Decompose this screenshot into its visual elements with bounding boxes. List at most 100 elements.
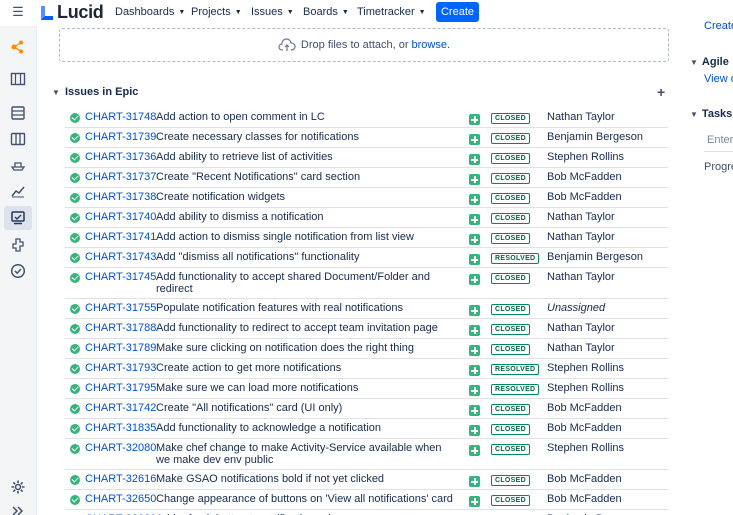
- issue-row[interactable]: CHART-31788 Add functionality to redirect…: [65, 319, 668, 339]
- attachment-dropzone[interactable]: Drop files to attach, or browse.: [59, 28, 669, 62]
- check-circle-icon[interactable]: [9, 262, 27, 280]
- create-button[interactable]: Create: [436, 2, 479, 22]
- issue-summary[interactable]: Add "dismiss all notifications" function…: [156, 251, 456, 263]
- issue-key-link[interactable]: CHART-31788: [85, 322, 156, 334]
- nav-timetracker-label: Timetracker: [357, 6, 415, 18]
- issue-summary[interactable]: Make sure we can load more notifications: [156, 382, 456, 394]
- issue-key-link[interactable]: CHART-31737: [85, 171, 156, 183]
- assignee-name: Stephen Rollins: [547, 442, 625, 454]
- project-icon[interactable]: [9, 38, 27, 56]
- issue-row[interactable]: CHART-32650 Change appearance of buttons …: [65, 490, 668, 510]
- view-on-board-link[interactable]: View o: [704, 73, 733, 85]
- chevron-down-icon: ▼: [286, 9, 294, 16]
- issue-summary[interactable]: Add action to open comment in LC: [156, 111, 456, 123]
- issue-summary[interactable]: Make GSAO notifications bold if not yet …: [156, 473, 456, 485]
- tasks-section-header[interactable]: ▼ Tasks: [690, 108, 732, 120]
- addons-icon[interactable]: [9, 236, 27, 254]
- issue-row[interactable]: CHART-31742 Create "All notifications" ca…: [65, 399, 668, 419]
- issue-row[interactable]: CHART-31755 Populate notification feature…: [65, 299, 668, 319]
- nav-issues[interactable]: Issues ▼: [251, 6, 294, 18]
- issue-key-link[interactable]: CHART-31795: [85, 382, 156, 394]
- issue-key-link[interactable]: CHART-31745: [85, 271, 156, 283]
- issue-summary[interactable]: Create notification widgets: [156, 191, 456, 203]
- issue-row[interactable]: CHART-32080 Make chef change to make Acti…: [65, 439, 668, 470]
- issue-key-link[interactable]: CHART-31741: [85, 231, 156, 243]
- nav-timetracker[interactable]: Timetracker ▼: [357, 6, 426, 18]
- issue-row[interactable]: CHART-31743 Add "dismiss all notification…: [65, 248, 668, 268]
- ship-icon[interactable]: [9, 156, 27, 174]
- issue-row[interactable]: CHART-31748 Add action to open comment in…: [65, 108, 668, 128]
- issue-summary[interactable]: Create "Recent Notifications" card secti…: [156, 171, 456, 183]
- settings-icon[interactable]: [9, 478, 27, 496]
- issue-summary[interactable]: Add functionality to redirect to accept …: [156, 322, 456, 334]
- issue-summary[interactable]: Create "All notifications" card (UI only…: [156, 402, 456, 414]
- issue-key-link[interactable]: CHART-31743: [85, 251, 156, 263]
- issue-key-link[interactable]: CHART-32650: [85, 493, 156, 505]
- issue-summary[interactable]: Add ability to retrieve list of activiti…: [156, 151, 456, 163]
- issue-summary[interactable]: Create necessary classes for notificatio…: [156, 131, 456, 143]
- issue-row[interactable]: CHART-31739 Create necessary classes for …: [65, 128, 668, 148]
- create-link[interactable]: Create: [704, 20, 733, 32]
- issue-summary[interactable]: Create action to get more notifications: [156, 362, 456, 374]
- issue-row[interactable]: CHART-31738 Create notification widgets CL…: [65, 188, 668, 208]
- status-badge: CLOSED: [491, 273, 530, 284]
- lucid-logo[interactable]: Lucid: [40, 2, 104, 23]
- issue-row[interactable]: CHART-31737 Create "Recent Notifications"…: [65, 168, 668, 188]
- issue-summary[interactable]: Add functionality to accept shared Docum…: [156, 271, 456, 295]
- backlog-icon[interactable]: [9, 104, 27, 122]
- issue-key-link[interactable]: CHART-31755: [85, 302, 156, 314]
- issue-summary[interactable]: Populate notification features with real…: [156, 302, 456, 314]
- issue-key-link[interactable]: CHART-31742: [85, 402, 156, 414]
- issue-summary[interactable]: Make sure clicking on notification does …: [156, 342, 456, 354]
- status-badge: CLOSED: [491, 444, 530, 455]
- add-issue-button[interactable]: +: [657, 84, 665, 100]
- issue-row[interactable]: CHART-31835 Add functionality to acknowle…: [65, 419, 668, 439]
- browse-link[interactable]: browse.: [412, 39, 451, 51]
- issue-row[interactable]: CHART-31745 Add functionality to accept s…: [65, 268, 668, 299]
- issues-in-epic-header[interactable]: ▼ Issues in Epic: [52, 85, 138, 99]
- status-badge: CLOSED: [491, 304, 530, 315]
- issue-key-link[interactable]: CHART-31738: [85, 191, 156, 203]
- assignee-name: Bob McFadden: [547, 171, 622, 183]
- issue-summary[interactable]: Add action to dismiss single notificatio…: [156, 231, 456, 243]
- issue-key-link[interactable]: CHART-31736: [85, 151, 156, 163]
- issue-row[interactable]: CHART-32616 Make GSAO notifications bold …: [65, 470, 668, 490]
- issue-row[interactable]: CHART-31740 Add ability to dismiss a noti…: [65, 208, 668, 228]
- issue-summary[interactable]: Make chef change to make Activity-Servic…: [156, 442, 456, 466]
- story-type-icon: [469, 385, 480, 396]
- chevron-down-icon: ▼: [418, 9, 426, 16]
- issue-key-link[interactable]: CHART-31739: [85, 131, 156, 143]
- expand-sidebar-icon[interactable]: [9, 502, 27, 515]
- assignee-name: Bob McFadden: [547, 422, 622, 434]
- menu-icon[interactable]: ☰: [10, 4, 26, 20]
- issue-summary[interactable]: Change appearance of buttons on 'View al…: [156, 493, 456, 505]
- issue-key-link[interactable]: CHART-32080: [85, 442, 156, 454]
- issue-key-link[interactable]: CHART-32616: [85, 473, 156, 485]
- nav-projects[interactable]: Projects ▼: [191, 6, 242, 18]
- task-entry-input[interactable]: Enter: [707, 134, 733, 146]
- issue-row[interactable]: CHART-31736 Add ability to retrieve list …: [65, 148, 668, 168]
- agile-section-header[interactable]: ▼ Agile: [690, 56, 729, 68]
- assignee-name: Nathan Taylor: [547, 271, 615, 283]
- issue-row[interactable]: CHART-31789 Make sure clicking on notific…: [65, 339, 668, 359]
- issue-row[interactable]: CHART-31741 Add action to dismiss single …: [65, 228, 668, 248]
- issue-row[interactable]: CHART-32680Add refresh button to notific…: [65, 510, 668, 515]
- nav-boards[interactable]: Boards ▼: [303, 6, 349, 18]
- issue-row[interactable]: CHART-31793 Create action to get more not…: [65, 359, 668, 379]
- done-check-icon: [70, 444, 80, 454]
- releases-icon[interactable]: [4, 206, 32, 230]
- issue-row[interactable]: CHART-31795 Make sure we can load more no…: [65, 379, 668, 399]
- nav-dashboards[interactable]: Dashboards ▼: [115, 6, 185, 18]
- reports-icon[interactable]: [9, 182, 27, 200]
- done-check-icon: [70, 384, 80, 394]
- columns-icon[interactable]: [9, 130, 27, 148]
- board-icon[interactable]: [9, 70, 27, 88]
- issue-summary[interactable]: Add functionality to acknowledge a notif…: [156, 422, 456, 434]
- issue-key-link[interactable]: CHART-31793: [85, 362, 156, 374]
- issue-key-link[interactable]: CHART-31748: [85, 111, 156, 123]
- issue-key-link[interactable]: CHART-31789: [85, 342, 156, 354]
- nav-issues-label: Issues: [251, 6, 283, 18]
- issue-summary[interactable]: Add ability to dismiss a notification: [156, 211, 456, 223]
- issue-key-link[interactable]: CHART-31835: [85, 422, 156, 434]
- issue-key-link[interactable]: CHART-31740: [85, 211, 156, 223]
